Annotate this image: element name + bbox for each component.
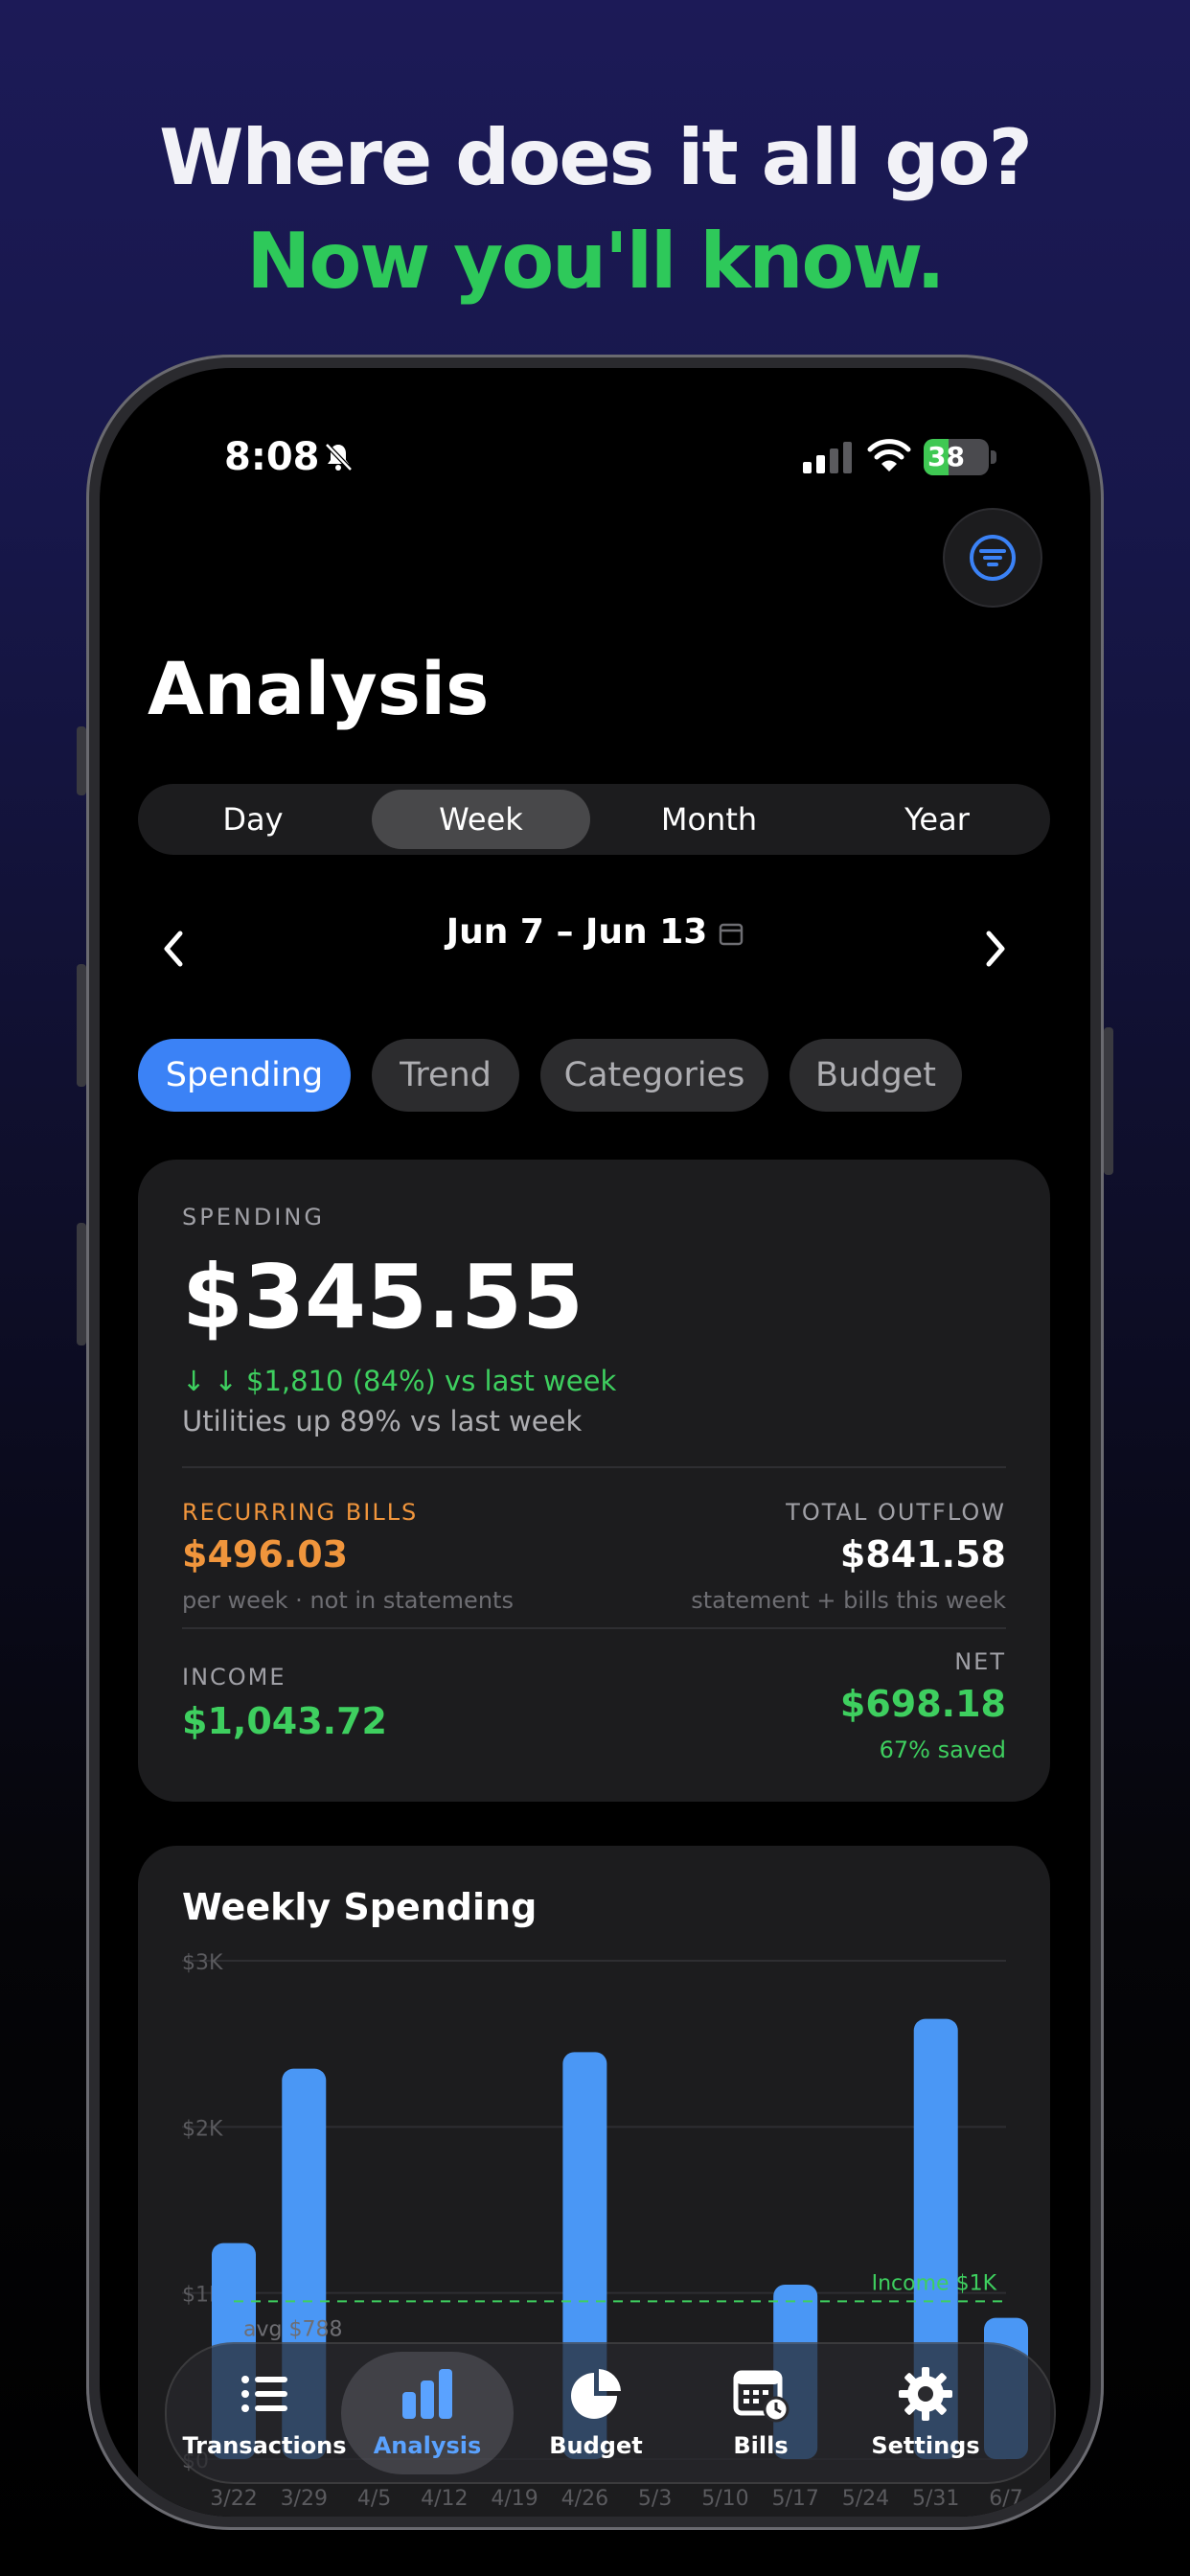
period-segmented-control: Day Week Month Year [138, 784, 1050, 855]
average-reference-label: avg $788 [243, 2317, 342, 2341]
tab-label: Budget [549, 2432, 643, 2459]
spending-amount: $345.55 [182, 1246, 584, 1348]
recurring-bills-amount: $496.03 [182, 1533, 349, 1576]
net-label: NET [954, 1648, 1006, 1675]
list-icon [241, 2376, 287, 2412]
total-outflow-note: statement + bills this week [691, 1587, 1006, 1614]
total-outflow-label: TOTAL OUTFLOW [786, 1499, 1006, 1526]
divider [182, 1627, 1006, 1629]
x-tick-label: 5/17 [771, 2487, 818, 2511]
chart-title: Weekly Spending [182, 1886, 538, 1928]
bar-chart-icon [402, 2369, 452, 2419]
chip-spending[interactable]: Spending [138, 1039, 351, 1112]
x-tick-label: 5/10 [701, 2487, 748, 2511]
gear-icon [899, 2367, 952, 2421]
income-reference-label: Income $1K [872, 2271, 997, 2295]
tab-label: Analysis [373, 2432, 482, 2459]
x-tick-label: 4/19 [491, 2487, 538, 2511]
chip-budget[interactable]: Budget [790, 1039, 962, 1112]
tab-budget[interactable]: Budget [510, 2344, 682, 2482]
filter-icon [970, 535, 1016, 581]
calendar-icon [720, 923, 744, 946]
battery-percent: 38 [927, 441, 965, 472]
period-range-label: Jun 7 – Jun 13 [446, 912, 708, 952]
page-title: Analysis [148, 646, 490, 731]
promo-headline-line2: Now you'll know. [246, 217, 945, 306]
status-time: 8:08 [224, 435, 320, 479]
chip-trend[interactable]: Trend [372, 1039, 519, 1112]
segment-week[interactable]: Week [372, 790, 590, 849]
phone-frame: 8:08 38 Analysis Day Week Month Year Jun… [77, 355, 1113, 2530]
promo-headline-line1: Where does it all go? [159, 113, 1033, 202]
x-tick-label: 5/24 [842, 2487, 889, 2511]
tab-transactions[interactable]: Transactions [178, 2344, 351, 2482]
tab-analysis[interactable]: Analysis [341, 2352, 514, 2474]
battery-indicator: 38 [924, 439, 1000, 475]
tab-label: Settings [871, 2432, 980, 2459]
tab-label: Transactions [182, 2432, 347, 2459]
total-outflow-amount: $841.58 [839, 1533, 1006, 1576]
calendar-clock-icon [733, 2370, 790, 2423]
x-tick-label: 6/7 [989, 2487, 1022, 2511]
x-tick-label: 3/22 [210, 2487, 257, 2511]
spending-summary-card: SPENDING $345.55 ↓ ↓ $1,810 (84%) vs las… [138, 1160, 1050, 1802]
chip-categories[interactable]: Categories [540, 1039, 768, 1112]
income-label: INCOME [182, 1664, 286, 1690]
x-tick-label: 5/3 [638, 2487, 672, 2511]
spending-delta: ↓ ↓ $1,810 (84%) vs last week [182, 1365, 617, 1397]
phone-volume-up [77, 964, 86, 1087]
tab-label: Bills [733, 2432, 789, 2459]
net-amount: $698.18 [839, 1683, 1006, 1725]
wifi-icon [867, 439, 911, 472]
spending-insight: Utilities up 89% vs last week [182, 1405, 583, 1438]
recurring-bills-note: per week · not in statements [182, 1587, 514, 1614]
segment-year[interactable]: Year [828, 790, 1046, 849]
y-tick-label: $3K [182, 1951, 223, 1975]
app-screen: 8:08 38 Analysis Day Week Month Year Jun… [100, 368, 1090, 2517]
x-tick-label: 3/29 [281, 2487, 328, 2511]
segment-day[interactable]: Day [144, 790, 362, 849]
phone-side-button [77, 726, 86, 795]
y-tick-label: $2K [182, 2117, 223, 2141]
period-range[interactable]: Jun 7 – Jun 13 [100, 912, 1090, 952]
tab-bills[interactable]: Bills [675, 2344, 847, 2482]
x-tick-label: 4/12 [421, 2487, 468, 2511]
tab-bar: Transactions Analysis Budget Bills Setti… [165, 2342, 1056, 2484]
spending-label: SPENDING [182, 1204, 325, 1230]
phone-volume-down [77, 1223, 86, 1346]
x-tick-label: 4/5 [357, 2487, 391, 2511]
tab-settings[interactable]: Settings [839, 2344, 1012, 2482]
chevron-right-icon[interactable] [983, 930, 1008, 968]
bell-slash-icon [325, 443, 353, 472]
income-amount: $1,043.72 [182, 1700, 387, 1742]
pie-chart-icon [571, 2369, 621, 2419]
phone-power-button [1104, 1027, 1113, 1175]
cellular-signal-icon [803, 442, 852, 473]
recurring-bills-label: RECURRING BILLS [182, 1499, 419, 1526]
x-tick-label: 5/31 [912, 2487, 959, 2511]
net-saved-note: 67% saved [879, 1736, 1006, 1763]
x-tick-label: 4/26 [561, 2487, 608, 2511]
divider [182, 1466, 1006, 1468]
filter-button[interactable] [943, 508, 1042, 608]
segment-month[interactable]: Month [600, 790, 818, 849]
